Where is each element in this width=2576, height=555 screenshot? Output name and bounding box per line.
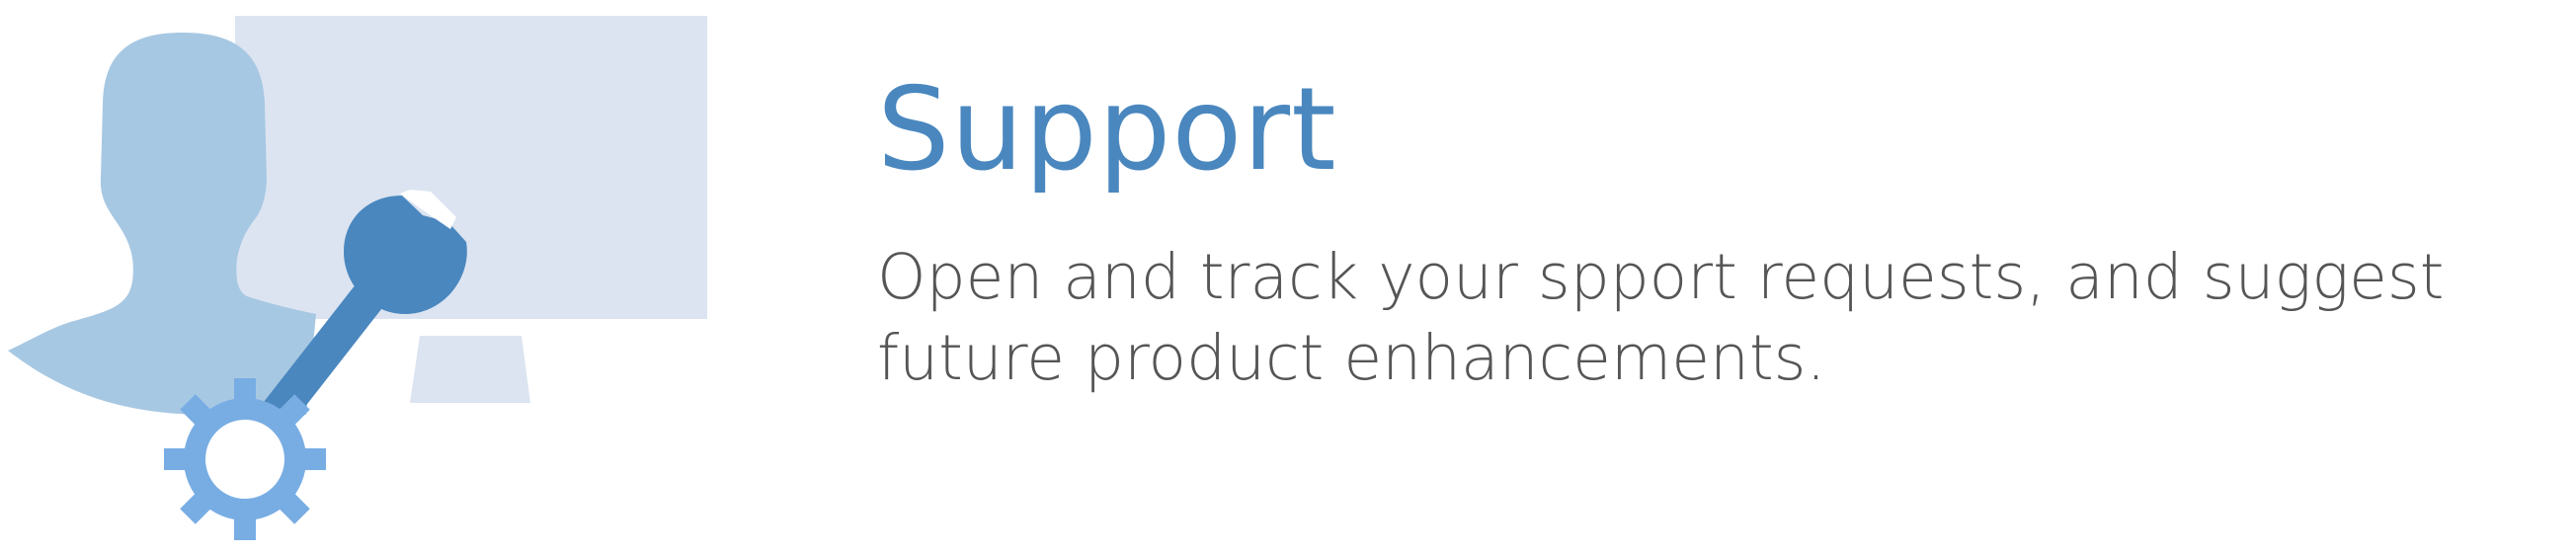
support-title: Support — [877, 63, 1337, 197]
support-text-block: Support Open and track your spport reque… — [877, 61, 2566, 399]
support-card: Support Open and track your spport reque… — [0, 0, 2576, 555]
monitor-screen — [235, 16, 707, 319]
monitor-stand — [410, 336, 530, 403]
support-illustration — [0, 0, 731, 555]
support-description: Open and track your spport requests, and… — [877, 241, 2445, 394]
